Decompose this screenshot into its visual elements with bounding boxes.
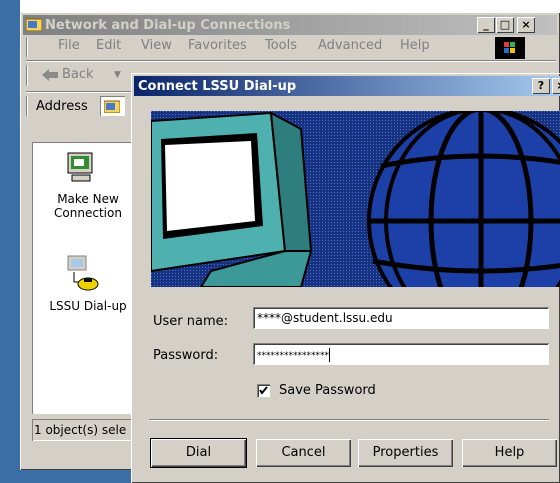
icon-label: LSSU Dial-up bbox=[49, 299, 127, 313]
save-password-label[interactable]: Save Password bbox=[279, 383, 376, 398]
cancel-button[interactable]: Cancel bbox=[256, 439, 351, 467]
dialog-titlebar[interactable]: Connect LSSU Dial-up ? × bbox=[134, 76, 560, 96]
file-list-pane[interactable]: Make New Connection LSSU Dial-up bbox=[32, 142, 144, 414]
desktop-top bbox=[0, 0, 560, 12]
menubar-divider bbox=[26, 60, 556, 62]
password-label: Password: bbox=[153, 348, 219, 363]
password-field[interactable]: **************** bbox=[253, 343, 549, 365]
addressbar-grip bbox=[26, 96, 28, 116]
windows-logo-icon bbox=[495, 37, 525, 59]
back-button[interactable]: Back bbox=[62, 67, 94, 82]
properties-button[interactable]: Properties bbox=[358, 439, 453, 467]
connect-dialog: Connect LSSU Dial-up ? × User name: bbox=[131, 73, 560, 483]
folder-icon bbox=[25, 17, 43, 32]
make-new-connection-icon[interactable] bbox=[62, 147, 102, 187]
menu-file[interactable]: File bbox=[58, 38, 80, 53]
menu-help[interactable]: Help bbox=[400, 38, 430, 53]
menubar-grip bbox=[26, 37, 28, 57]
save-password-checkbox[interactable] bbox=[257, 384, 270, 397]
folder-icon bbox=[104, 100, 120, 113]
dialog-title: Connect LSSU Dial-up bbox=[138, 79, 297, 94]
address-label: Address bbox=[36, 99, 88, 114]
password-value: **************** bbox=[257, 351, 329, 361]
menu-advanced[interactable]: Advanced bbox=[318, 38, 382, 53]
username-label: User name: bbox=[153, 314, 229, 329]
dial-up-connection-icon[interactable] bbox=[62, 254, 102, 294]
back-dropdown-icon[interactable]: ▼ bbox=[114, 70, 121, 80]
dial-up-banner bbox=[151, 111, 560, 287]
username-field[interactable]: ****@student.lssu.edu bbox=[253, 307, 549, 329]
minimize-button[interactable]: _ bbox=[477, 17, 495, 33]
dialog-divider bbox=[149, 419, 549, 421]
explorer-titlebar[interactable]: Network and Dial-up Connections _ □ × bbox=[23, 15, 557, 35]
menu-edit[interactable]: Edit bbox=[96, 38, 121, 53]
maximize-button[interactable]: □ bbox=[496, 17, 514, 33]
desktop-background bbox=[0, 0, 20, 483]
dial-button[interactable]: Dial bbox=[150, 438, 247, 468]
menu-favorites[interactable]: Favorites bbox=[188, 38, 247, 53]
help-button[interactable]: ? bbox=[532, 78, 550, 94]
icon-label: Make New Connection bbox=[54, 192, 122, 220]
explorer-title: Network and Dial-up Connections bbox=[45, 18, 291, 33]
checkmark-icon bbox=[259, 386, 268, 395]
dialog-help-button[interactable]: Help bbox=[462, 439, 557, 467]
close-button[interactable]: × bbox=[517, 17, 535, 33]
monitor-globe-illustration bbox=[151, 111, 560, 287]
text-cursor bbox=[329, 347, 330, 362]
back-arrow-icon bbox=[42, 69, 58, 84]
menu-tools[interactable]: Tools bbox=[265, 38, 297, 53]
toolbar-grip bbox=[26, 65, 28, 85]
dialog-close-button[interactable]: × bbox=[552, 78, 560, 94]
status-bar: 1 object(s) sele bbox=[32, 419, 144, 441]
address-field[interactable] bbox=[100, 96, 125, 116]
menu-view[interactable]: View bbox=[141, 38, 172, 53]
